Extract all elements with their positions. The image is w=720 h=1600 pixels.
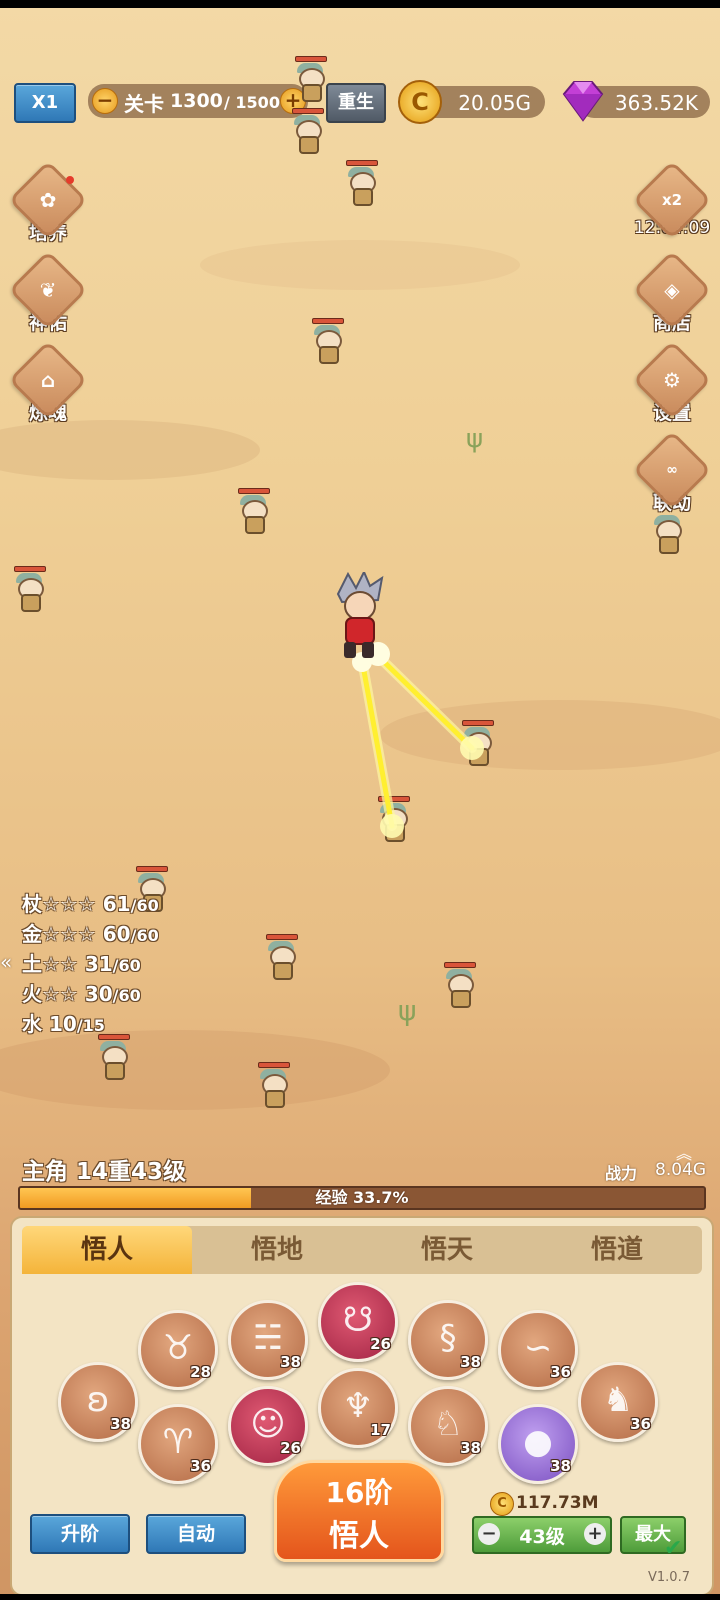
stat-row: 金☆☆☆ 60/60: [22, 922, 159, 946]
zodiac-rat[interactable]: ʚ 38: [58, 1362, 138, 1442]
stat-row: 水 10/15: [22, 1012, 105, 1036]
level-increase-icon[interactable]: +: [584, 1523, 606, 1545]
enemy: [442, 962, 476, 1012]
sand-dune: [0, 1030, 390, 1110]
zodiac-tiger[interactable]: ☵ 38: [228, 1300, 308, 1380]
enemy: [96, 1034, 130, 1084]
tab-wudi[interactable]: 悟地: [192, 1226, 362, 1274]
grass-tuft: ψ: [398, 994, 417, 1027]
zodiac-pig[interactable]: ● 38: [498, 1404, 578, 1484]
gold-coin-icon: C: [490, 1492, 514, 1516]
zodiac-goat[interactable]: ♈ 36: [138, 1404, 218, 1484]
tab-wuren[interactable]: 悟人: [22, 1226, 192, 1274]
zodiac-dog[interactable]: ♘ 38: [408, 1386, 488, 1466]
hero-title: 主角 14重43级: [22, 1159, 187, 1185]
level-value: 43级: [519, 1526, 565, 1548]
laser-beams: [352, 642, 484, 838]
upgrade-cost: 117.73M: [516, 1493, 599, 1513]
power-label: 战力: [605, 1164, 638, 1183]
game-screen: ψ ψ X1 − 关卡 1300 / 1500 + 重生 20.05G C 36…: [0, 0, 720, 1600]
tab-wudao[interactable]: 悟道: [532, 1226, 702, 1274]
tab-bar: 悟人 悟地 悟天 悟道: [22, 1226, 702, 1274]
collapse-arrow-icon[interactable]: «: [0, 950, 12, 974]
level-decrease-icon[interactable]: −: [478, 1523, 500, 1545]
element-stats: 杖☆☆☆ 61/60 金☆☆☆ 60/60 土☆☆ 31/60 火☆☆ 30/6…: [22, 890, 159, 1040]
enemy: [264, 934, 298, 984]
zodiac-ox[interactable]: ♉ 28: [138, 1310, 218, 1390]
tier-label: 16阶: [325, 1476, 393, 1509]
checkmark-icon: ✔: [664, 1536, 683, 1561]
stat-row: 土☆☆ 31/60: [22, 952, 141, 976]
version-label: V1.0.7: [648, 1570, 690, 1585]
auto-button[interactable]: 自动: [146, 1514, 246, 1554]
zodiac-rooster[interactable]: ♆ 17: [318, 1368, 398, 1448]
advance-tier-button[interactable]: 16阶 悟人: [274, 1460, 444, 1562]
exp-label: 经验 33.7%: [315, 1188, 409, 1207]
power-value: 8.04G: [655, 1160, 707, 1180]
zodiac-horse[interactable]: ♞ 36: [578, 1362, 658, 1442]
stat-row: 杖☆☆☆ 61/60: [22, 892, 159, 916]
enlightenment-panel: 悟人 悟地 悟天 悟道 ʚ 38 ♉ 28 ♈ 36 ☵ 38 ☺ 26 ☋ 26 ♆ 17 …: [10, 1216, 714, 1596]
zodiac-monkey[interactable]: ☺ 26: [228, 1386, 308, 1466]
hero-character: [330, 569, 388, 662]
stat-row: 火☆☆ 30/60: [22, 982, 141, 1006]
exp-bar: 经验 33.7%: [18, 1186, 706, 1210]
enemy: [256, 1062, 290, 1112]
zodiac-rabbit[interactable]: ☋ 26: [318, 1282, 398, 1362]
upgrade-button[interactable]: 升阶: [30, 1514, 130, 1554]
tier-category: 悟人: [329, 1519, 389, 1554]
level-stepper: − 43级 +: [472, 1516, 612, 1554]
tab-wutian[interactable]: 悟天: [362, 1226, 532, 1274]
bottom-strip: [0, 1594, 720, 1600]
zodiac-snake[interactable]: ∽ 36: [498, 1310, 578, 1390]
zodiac-dragon[interactable]: § 38: [408, 1300, 488, 1380]
